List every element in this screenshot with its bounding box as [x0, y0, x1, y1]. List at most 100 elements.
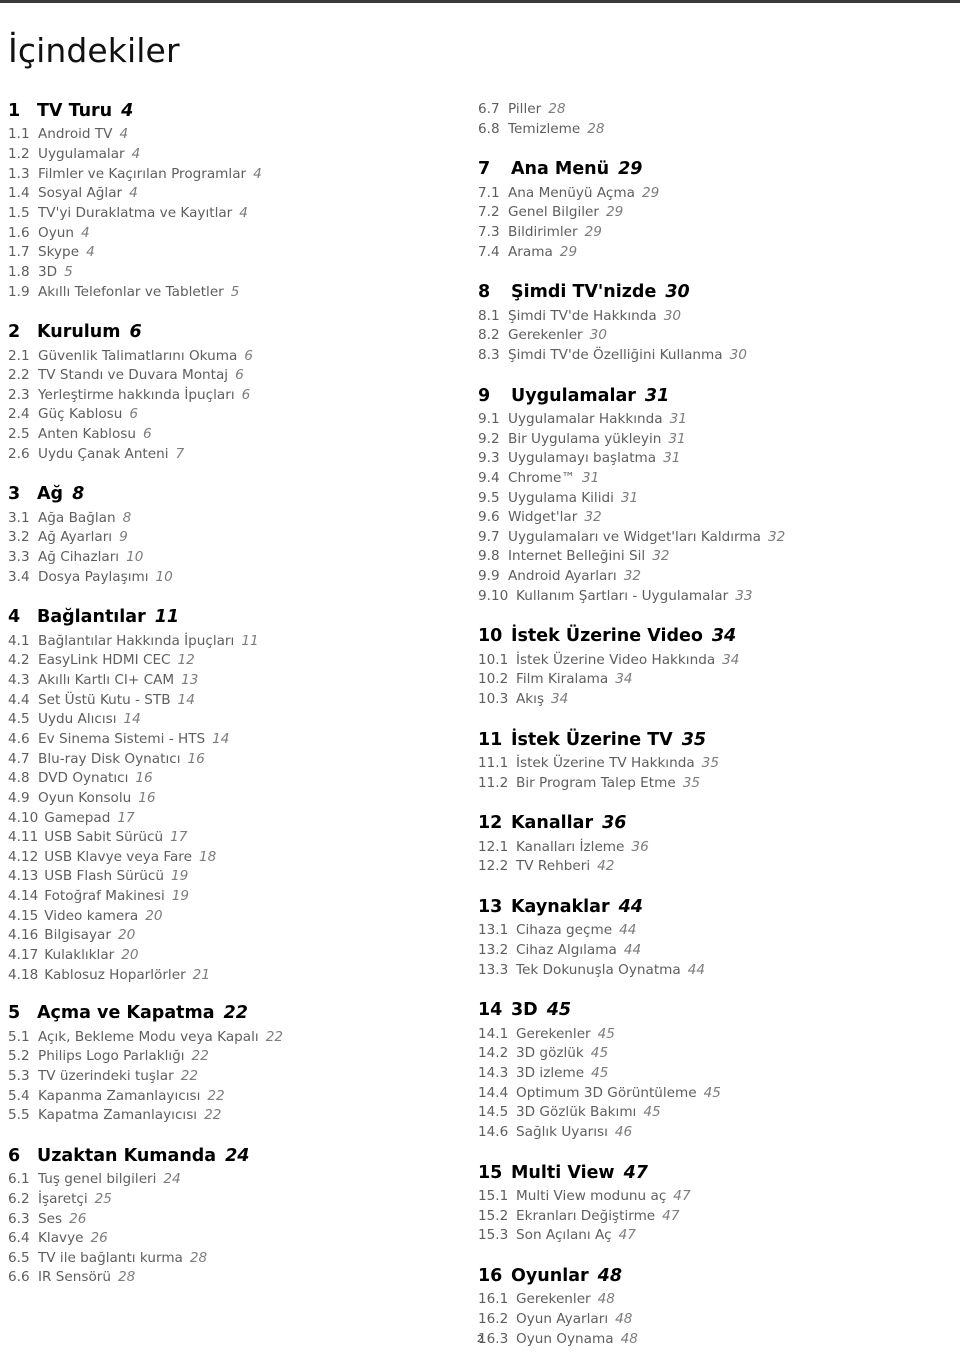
toc-chapter-heading[interactable]: 11 İstek Üzerine TV 35	[478, 729, 948, 751]
toc-entry[interactable]: 7.3 Bildirimler 29	[478, 223, 948, 243]
toc-entry[interactable]: 9.1 Uygulamalar Hakkında 31	[478, 410, 948, 430]
toc-entry[interactable]: 6.7 Piller 28	[478, 100, 948, 120]
toc-entry[interactable]: 11.1 İstek Üzerine TV Hakkında 35	[478, 754, 948, 774]
toc-entry[interactable]: 4.7 Blu-ray Disk Oynatıcı 16	[8, 750, 448, 770]
toc-entry[interactable]: 5.4 Kapanma Zamanlayıcısı 22	[8, 1087, 448, 1107]
toc-entry[interactable]: 1.3 Filmler ve Kaçırılan Programlar 4	[8, 165, 448, 185]
toc-entry[interactable]: 4.15 Video kamera 20	[8, 907, 448, 927]
toc-entry[interactable]: 4.17 Kulaklıklar 20	[8, 946, 448, 966]
toc-entry[interactable]: 4.18 Kablosuz Hoparlörler 21	[8, 966, 448, 986]
toc-entry[interactable]: 1.1 Android TV 4	[8, 125, 448, 145]
toc-entry[interactable]: 14.3 3D izleme 45	[478, 1064, 948, 1084]
toc-entry[interactable]: 13.2 Cihaz Algılama 44	[478, 941, 948, 961]
toc-entry[interactable]: 9.8 Internet Belleğini Sil 32	[478, 547, 948, 567]
toc-entry[interactable]: 8.1 Şimdi TV'de Hakkında 30	[478, 307, 948, 327]
toc-entry[interactable]: 3.2 Ağ Ayarları 9	[8, 528, 448, 548]
toc-entry[interactable]: 6.5 TV ile bağlantı kurma 28	[8, 1249, 448, 1269]
toc-entry[interactable]: 11.2 Bir Program Talep Etme 35	[478, 774, 948, 794]
toc-entry[interactable]: 9.6 Widget'lar 32	[478, 508, 948, 528]
toc-entry[interactable]: 3.3 Ağ Cihazları 10	[8, 548, 448, 568]
toc-entry[interactable]: 10.2 Film Kiralama 34	[478, 670, 948, 690]
toc-chapter-heading[interactable]: 8 Şimdi TV'nizde 30	[478, 281, 948, 303]
toc-entry[interactable]: 1.6 Oyun 4	[8, 224, 448, 244]
toc-chapter-heading[interactable]: 13 Kaynaklar 44	[478, 896, 948, 918]
toc-entry[interactable]: 4.1 Bağlantılar Hakkında İpuçları 11	[8, 632, 448, 652]
toc-entry[interactable]: 14.6 Sağlık Uyarısı 46	[478, 1123, 948, 1143]
toc-entry[interactable]: 8.3 Şimdi TV'de Özelliğini Kullanma 30	[478, 346, 948, 366]
toc-entry[interactable]: 4.4 Set Üstü Kutu - STB 14	[8, 691, 448, 711]
toc-entry[interactable]: 2.3 Yerleştirme hakkında İpuçları 6	[8, 386, 448, 406]
toc-entry[interactable]: 1.9 Akıllı Telefonlar ve Tabletler 5	[8, 283, 448, 303]
toc-entry[interactable]: 14.1 Gerekenler 45	[478, 1025, 948, 1045]
toc-entry[interactable]: 4.13 USB Flash Sürücü 19	[8, 867, 448, 887]
toc-entry[interactable]: 9.2 Bir Uygulama yükleyin 31	[478, 430, 948, 450]
toc-entry[interactable]: 5.1 Açık, Bekleme Modu veya Kapalı 22	[8, 1028, 448, 1048]
toc-entry[interactable]: 7.4 Arama 29	[478, 243, 948, 263]
toc-entry[interactable]: 14.4 Optimum 3D Görüntüleme 45	[478, 1084, 948, 1104]
toc-entry[interactable]: 9.7 Uygulamaları ve Widget'ları Kaldırma 3…	[478, 528, 948, 548]
toc-entry[interactable]: 6.6 IR Sensörü 28	[8, 1268, 448, 1288]
toc-entry[interactable]: 1.8 3D 5	[8, 263, 448, 283]
toc-chapter-heading[interactable]: 5 Açma ve Kapatma 22	[8, 1002, 448, 1024]
toc-entry[interactable]: 15.1 Multi View modunu aç 47	[478, 1187, 948, 1207]
toc-entry[interactable]: 2.2 TV Standı ve Duvara Montaj 6	[8, 366, 448, 386]
toc-entry[interactable]: 13.1 Cihaza geçme 44	[478, 921, 948, 941]
toc-entry[interactable]: 12.2 TV Rehberi 42	[478, 857, 948, 877]
toc-chapter-heading[interactable]: 2 Kurulum 6	[8, 321, 448, 343]
toc-entry[interactable]: 9.5 Uygulama Kilidi 31	[478, 489, 948, 509]
toc-entry[interactable]: 4.6 Ev Sinema Sistemi - HTS 14	[8, 730, 448, 750]
toc-entry[interactable]: 1.5 TV'yi Duraklatma ve Kayıtlar 4	[8, 204, 448, 224]
toc-entry[interactable]: 16.2 Oyun Ayarları 48	[478, 1310, 948, 1330]
toc-entry[interactable]: 4.9 Oyun Konsolu 16	[8, 789, 448, 809]
toc-entry[interactable]: 6.2 İşaretçi 25	[8, 1190, 448, 1210]
toc-entry[interactable]: 10.1 İstek Üzerine Video Hakkında 34	[478, 651, 948, 671]
toc-entry[interactable]: 9.9 Android Ayarları 32	[478, 567, 948, 587]
toc-entry[interactable]: 4.16 Bilgisayar 20	[8, 926, 448, 946]
toc-entry[interactable]: 6.4 Klavye 26	[8, 1229, 448, 1249]
toc-entry[interactable]: 4.2 EasyLink HDMI CEC 12	[8, 651, 448, 671]
toc-entry[interactable]: 6.3 Ses 26	[8, 1210, 448, 1230]
toc-entry[interactable]: 4.11 USB Sabit Sürücü 17	[8, 828, 448, 848]
toc-chapter-heading[interactable]: 3 Ağ 8	[8, 483, 448, 505]
toc-entry[interactable]: 9.10 Kullanım Şartları - Uygulamalar 33	[478, 587, 948, 607]
toc-entry[interactable]: 6.8 Temizleme 28	[478, 120, 948, 140]
toc-entry[interactable]: 6.1 Tuş genel bilgileri 24	[8, 1170, 448, 1190]
toc-entry[interactable]: 1.2 Uygulamalar 4	[8, 145, 448, 165]
toc-chapter-heading[interactable]: 12 Kanallar 36	[478, 812, 948, 834]
toc-entry[interactable]: 1.4 Sosyal Ağlar 4	[8, 184, 448, 204]
toc-entry[interactable]: 9.3 Uygulamayı başlatma 31	[478, 449, 948, 469]
toc-entry[interactable]: 4.10 Gamepad 17	[8, 809, 448, 829]
toc-chapter-heading[interactable]: 6 Uzaktan Kumanda 24	[8, 1145, 448, 1167]
toc-entry[interactable]: 2.1 Güvenlik Talimatlarını Okuma 6	[8, 347, 448, 367]
toc-chapter-heading[interactable]: 1 TV Turu 4	[8, 100, 448, 122]
toc-entry[interactable]: 1.7 Skype 4	[8, 243, 448, 263]
toc-entry[interactable]: 5.5 Kapatma Zamanlayıcısı 22	[8, 1106, 448, 1126]
toc-chapter-heading[interactable]: 14 3D 45	[478, 999, 948, 1021]
toc-entry[interactable]: 4.3 Akıllı Kartlı CI+ CAM 13	[8, 671, 448, 691]
toc-entry[interactable]: 9.4 Chrome™ 31	[478, 469, 948, 489]
toc-entry[interactable]: 5.3 TV üzerindeki tuşlar 22	[8, 1067, 448, 1087]
toc-entry[interactable]: 4.14 Fotoğraf Makinesi 19	[8, 887, 448, 907]
toc-entry[interactable]: 3.4 Dosya Paylaşımı 10	[8, 568, 448, 588]
toc-entry[interactable]: 14.5 3D Gözlük Bakımı 45	[478, 1103, 948, 1123]
toc-entry[interactable]: 7.1 Ana Menüyü Açma 29	[478, 184, 948, 204]
toc-entry[interactable]: 4.12 USB Klavye veya Fare 18	[8, 848, 448, 868]
toc-entry[interactable]: 12.1 Kanalları İzleme 36	[478, 838, 948, 858]
toc-entry[interactable]: 15.2 Ekranları Değiştirme 47	[478, 1207, 948, 1227]
toc-entry[interactable]: 2.4 Güç Kablosu 6	[8, 405, 448, 425]
toc-entry[interactable]: 7.2 Genel Bilgiler 29	[478, 203, 948, 223]
toc-chapter-heading[interactable]: 16 Oyunlar 48	[478, 1265, 948, 1287]
toc-entry[interactable]: 8.2 Gerekenler 30	[478, 326, 948, 346]
toc-entry[interactable]: 4.8 DVD Oynatıcı 16	[8, 769, 448, 789]
toc-entry[interactable]: 10.3 Akış 34	[478, 690, 948, 710]
toc-entry[interactable]: 14.2 3D gözlük 45	[478, 1044, 948, 1064]
toc-entry[interactable]: 4.5 Uydu Alıcısı 14	[8, 710, 448, 730]
toc-entry[interactable]: 15.3 Son Açılanı Aç 47	[478, 1226, 948, 1246]
toc-chapter-heading[interactable]: 10 İstek Üzerine Video 34	[478, 625, 948, 647]
toc-entry[interactable]: 2.6 Uydu Çanak Anteni 7	[8, 445, 448, 465]
toc-entry[interactable]: 3.1 Ağa Bağlan 8	[8, 509, 448, 529]
toc-entry[interactable]: 5.2 Philips Logo Parlaklığı 22	[8, 1047, 448, 1067]
toc-entry[interactable]: 16.1 Gerekenler 48	[478, 1290, 948, 1310]
toc-chapter-heading[interactable]: 4 Bağlantılar 11	[8, 606, 448, 628]
toc-entry[interactable]: 2.5 Anten Kablosu 6	[8, 425, 448, 445]
